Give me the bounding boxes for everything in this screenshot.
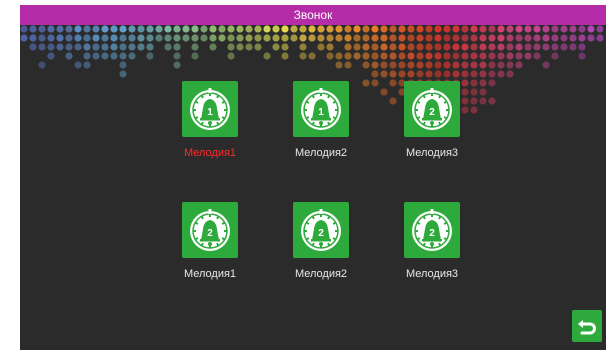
melody-label: Мелодия1	[183, 268, 237, 280]
melody-tile-2[interactable]: 1 Мелодия2	[285, 81, 357, 159]
melody-tile-6[interactable]: 2 Мелодия3	[396, 202, 468, 280]
svg-text:2: 2	[207, 228, 213, 239]
melody-label: Мелодия1	[183, 147, 237, 159]
melody-label: Мелодия2	[294, 268, 348, 280]
svg-text:2: 2	[429, 228, 435, 239]
return-arrow-icon	[578, 320, 596, 335]
bell-clock-icon: 2	[293, 202, 349, 258]
svg-text:1: 1	[207, 107, 213, 118]
svg-text:2: 2	[429, 107, 435, 118]
svg-text:2: 2	[318, 228, 324, 239]
bell-clock-icon: 2	[182, 202, 238, 258]
melody-tile-4[interactable]: 2 Мелодия1	[174, 202, 246, 280]
melody-tile-1[interactable]: 1 Мелодия1	[174, 81, 246, 159]
melody-label: Мелодия3	[405, 147, 459, 159]
bell-clock-icon: 2	[404, 202, 460, 258]
title-bar: Звонок	[20, 5, 606, 25]
bell-clock-icon: 2	[404, 81, 460, 137]
bell-clock-icon: 1	[182, 81, 238, 137]
bell-clock-icon: 1	[293, 81, 349, 137]
melody-tile-3[interactable]: 2 Мелодия3	[396, 81, 468, 159]
melody-label: Мелодия2	[294, 147, 348, 159]
page-title: Звонок	[293, 8, 333, 22]
back-button[interactable]	[572, 310, 602, 342]
melody-tile-5[interactable]: 2 Мелодия2	[285, 202, 357, 280]
melody-screen: Звонок 1 Мелодия1 1 Мелодия2 2 Мелодия3 …	[20, 5, 606, 350]
melody-label: Мелодия3	[405, 268, 459, 280]
svg-text:1: 1	[318, 107, 324, 118]
